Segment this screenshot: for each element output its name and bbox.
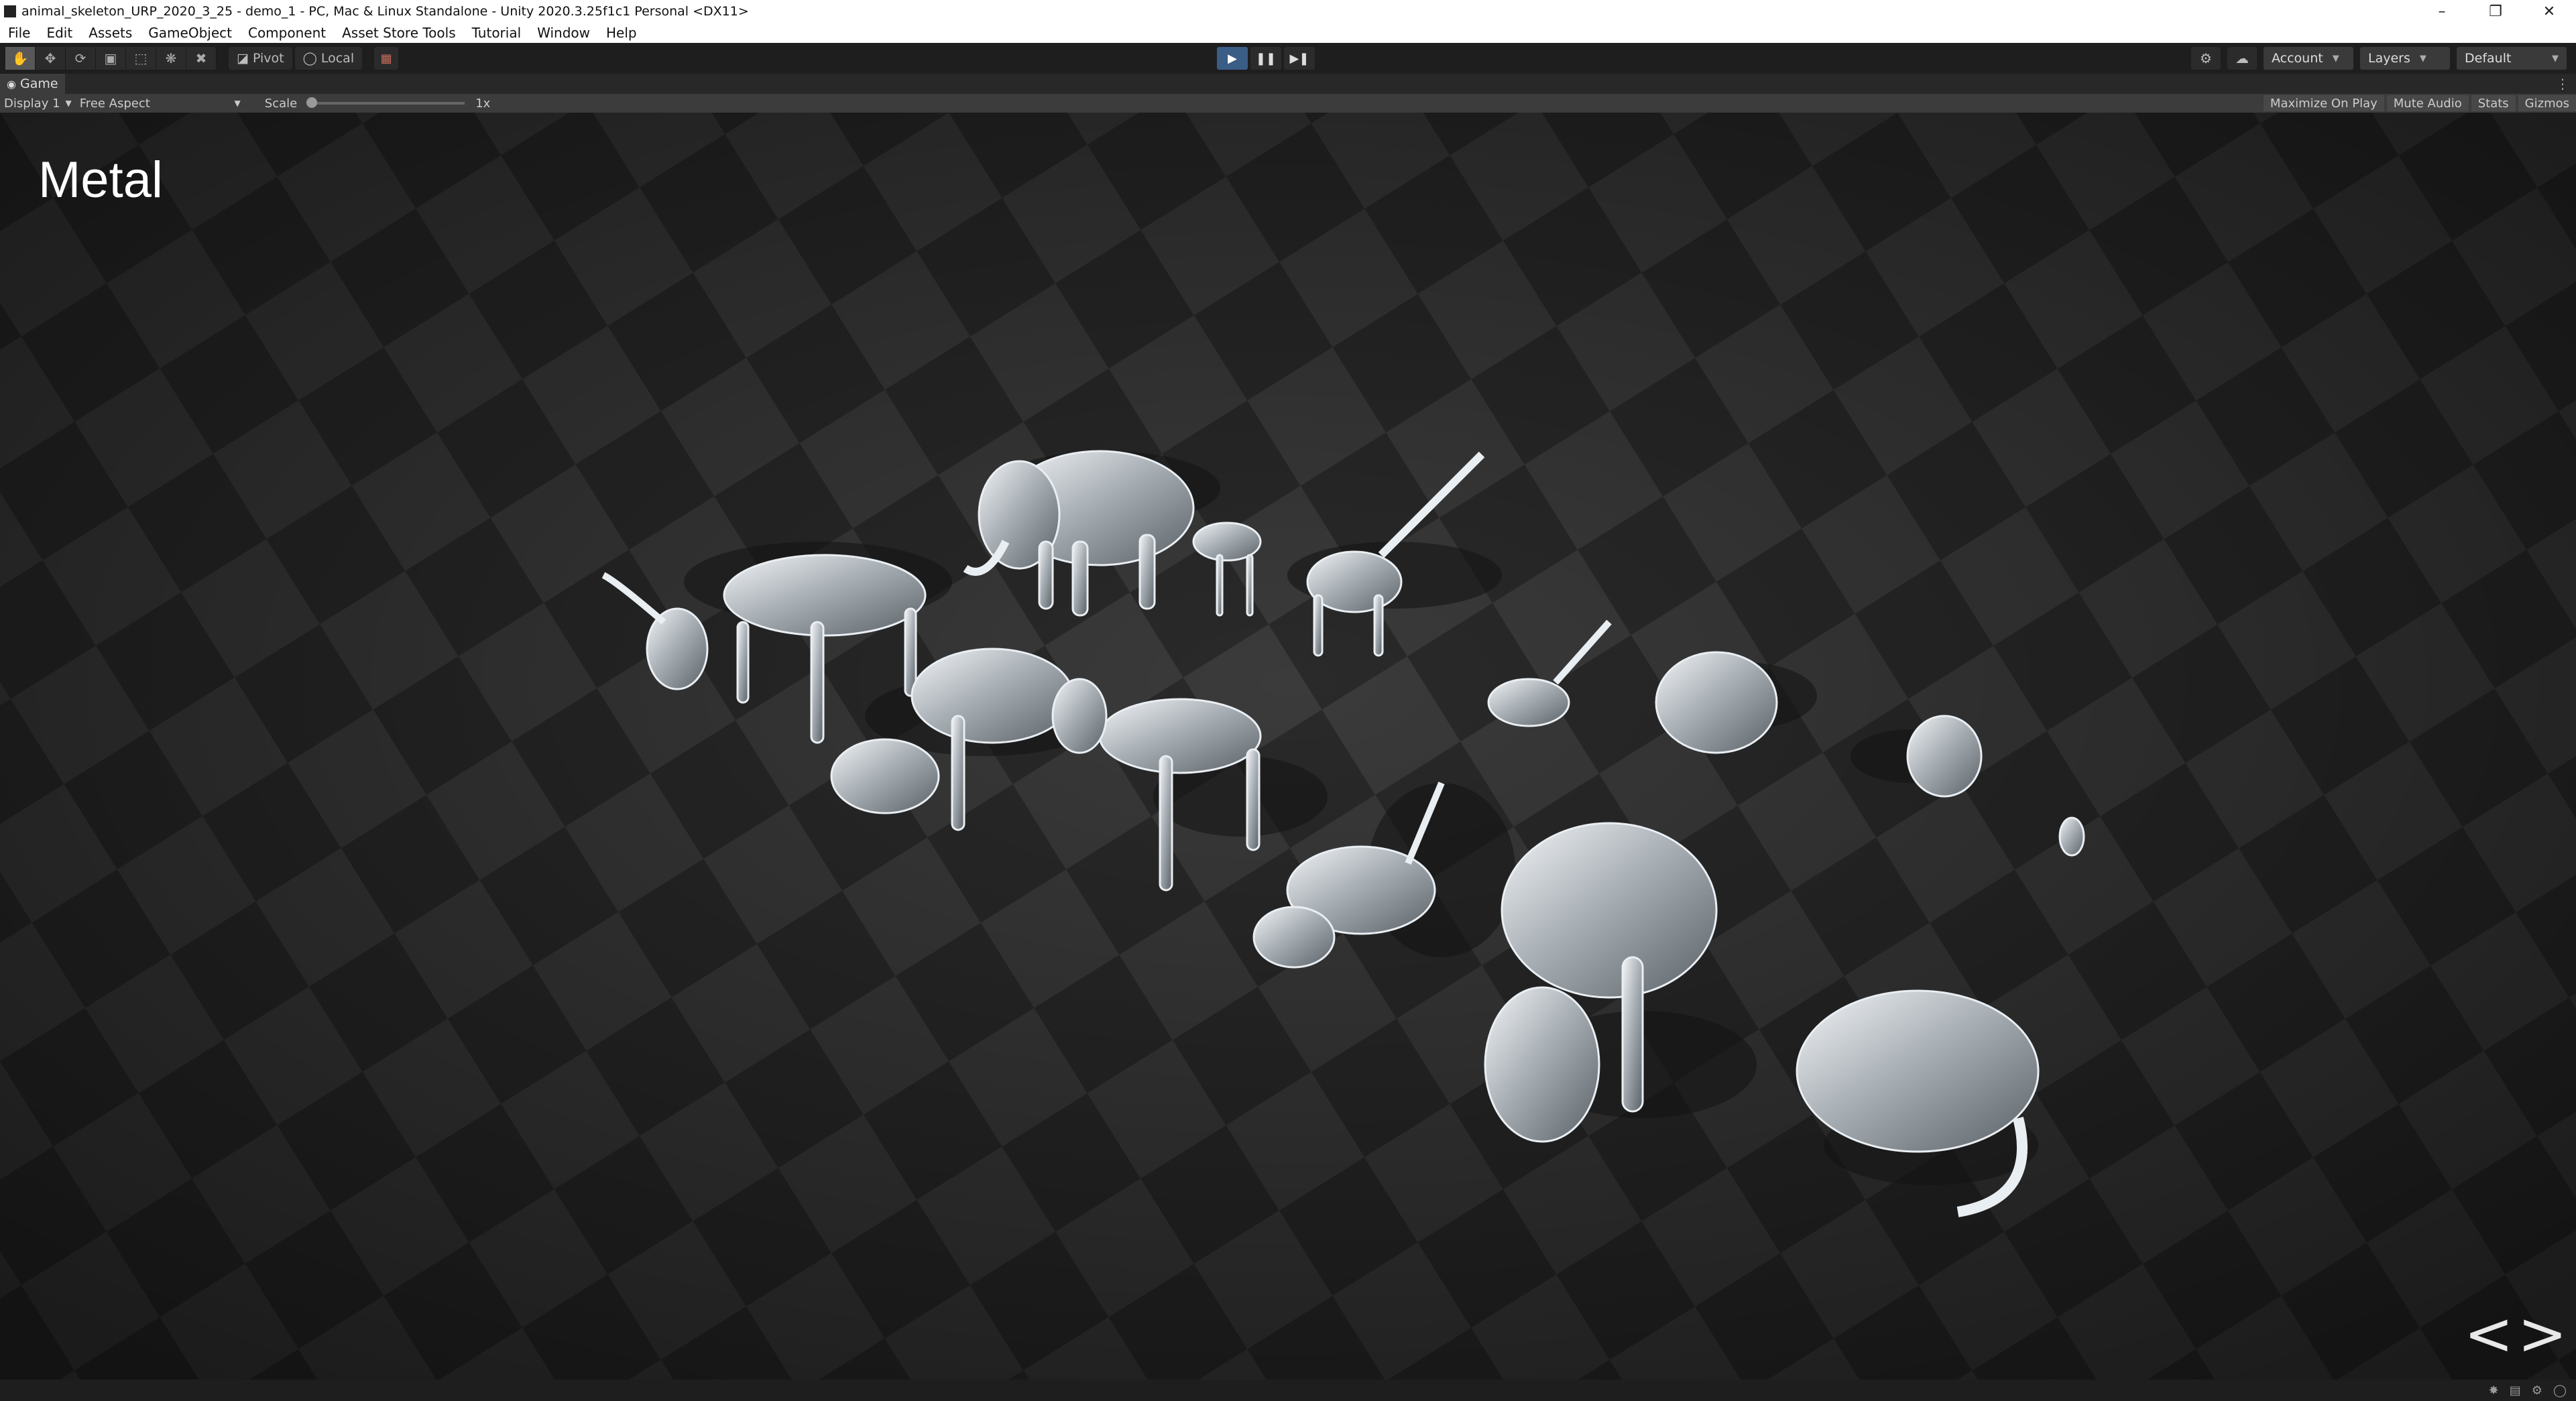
- menu-help[interactable]: Help: [598, 25, 645, 41]
- display-dropdown[interactable]: Display 1 ▼: [0, 97, 76, 111]
- maximize-on-play-toggle[interactable]: Maximize On Play: [2263, 95, 2384, 111]
- hand-tool-icon[interactable]: ✋: [5, 47, 36, 70]
- more-options-icon[interactable]: ⋮: [2556, 76, 2569, 92]
- bug-icon[interactable]: ✸: [2489, 1384, 2499, 1398]
- playback-controls: ▶ ❚❚ ▶❚: [1217, 47, 1315, 70]
- layers-dropdown[interactable]: Layers ▼: [2360, 47, 2450, 70]
- minimize-icon[interactable]: –: [2415, 0, 2469, 23]
- local-label: Local: [320, 51, 355, 66]
- debug-icon[interactable]: ⚙: [2532, 1384, 2542, 1398]
- menu-bar: File Edit Assets GameObject Component As…: [0, 23, 2576, 43]
- tab-game-label: Game: [19, 76, 58, 91]
- chevron-down-icon: ▼: [2419, 53, 2426, 64]
- scale-label: Scale: [264, 96, 298, 111]
- window-title: animal_skeleton_URP_2020_3_25 - demo_1 -…: [21, 4, 749, 19]
- previous-material-button[interactable]: <: [2464, 1299, 2514, 1368]
- account-dropdown[interactable]: Account ▼: [2264, 47, 2353, 70]
- layout-dropdown[interactable]: Default ▼: [2457, 47, 2567, 70]
- aspect-dropdown[interactable]: Free Aspect ▼: [76, 97, 245, 111]
- status-bar: ✸ ▤ ⚙ ◯: [0, 1380, 2576, 1401]
- menu-assets[interactable]: Assets: [80, 25, 140, 41]
- transform-tool-icon[interactable]: ❋: [156, 47, 186, 70]
- game-viewport[interactable]: Metal < >: [0, 113, 2576, 1380]
- chevron-down-icon: ▼: [234, 99, 241, 108]
- menu-window[interactable]: Window: [529, 25, 598, 41]
- window-title-bar: animal_skeleton_URP_2020_3_25 - demo_1 -…: [0, 0, 2576, 23]
- transform-tools: ✋ ✥ ⟳ ▣ ⬚ ❋ ✖: [5, 47, 217, 70]
- scale-slider[interactable]: [306, 97, 465, 108]
- unity-logo-icon: [4, 5, 16, 17]
- toolbar-right: ⚙ ☁ Account ▼ Layers ▼ Default ▼: [2191, 47, 2567, 70]
- scene-render: [0, 113, 2576, 1380]
- progress-icon[interactable]: ▤: [2510, 1384, 2521, 1398]
- pause-icon[interactable]: ❚❚: [1250, 47, 1281, 70]
- menu-asset-store-tools[interactable]: Asset Store Tools: [334, 25, 464, 41]
- layout-label: Default: [2465, 51, 2512, 66]
- close-icon[interactable]: ✕: [2522, 0, 2576, 23]
- custom-tool-icon[interactable]: ✖: [186, 47, 217, 70]
- rodent-skeleton: [2058, 816, 2085, 857]
- pivot-icon: ◪: [237, 51, 249, 66]
- account-label: Account: [2272, 51, 2323, 66]
- collab-icon[interactable]: ◯: [2553, 1384, 2567, 1398]
- chevron-down-icon: ▼: [2552, 53, 2559, 64]
- scale-tool-icon[interactable]: ▣: [96, 47, 126, 70]
- gamepad-icon: ◉: [7, 77, 16, 90]
- tab-game[interactable]: ◉ Game: [0, 74, 65, 94]
- menu-tutorial[interactable]: Tutorial: [464, 25, 530, 41]
- scale-value: 1x: [475, 96, 491, 111]
- pivot-toggle[interactable]: ◪ Pivot: [229, 47, 292, 70]
- cloud-icon[interactable]: ☁: [2227, 47, 2257, 70]
- wolf-skeleton: [1655, 651, 1778, 754]
- monkey-skeleton: [1906, 715, 1983, 798]
- chevron-down-icon: ▼: [2332, 53, 2339, 64]
- restore-icon[interactable]: ❐: [2469, 0, 2522, 23]
- local-toggle[interactable]: ◯ Local: [294, 47, 363, 70]
- menu-file[interactable]: File: [0, 25, 38, 41]
- menu-component[interactable]: Component: [240, 25, 334, 41]
- layers-label: Layers: [2368, 51, 2410, 66]
- gizmos-dropdown[interactable]: Gizmos: [2518, 95, 2576, 111]
- chevron-down-icon: ▼: [65, 99, 72, 108]
- menu-gameobject[interactable]: GameObject: [140, 25, 240, 41]
- menu-edit[interactable]: Edit: [38, 25, 80, 41]
- move-tool-icon[interactable]: ✥: [36, 47, 66, 70]
- rotate-tool-icon[interactable]: ⟳: [66, 47, 96, 70]
- step-icon[interactable]: ▶❚: [1284, 47, 1315, 70]
- display-label: Display 1: [4, 96, 60, 111]
- play-icon[interactable]: ▶: [1217, 47, 1248, 70]
- local-icon: ◯: [302, 51, 317, 66]
- aspect-label: Free Aspect: [79, 96, 150, 111]
- game-view-controls: Display 1 ▼ Free Aspect ▼ Scale 1x Maxim…: [0, 94, 2576, 113]
- rect-tool-icon[interactable]: ⬚: [126, 47, 156, 70]
- material-mode-title: Metal: [38, 151, 163, 208]
- next-material-button[interactable]: >: [2518, 1299, 2567, 1368]
- stats-toggle[interactable]: Stats: [2471, 95, 2516, 111]
- grid-snap-icon[interactable]: ▦: [374, 47, 399, 70]
- game-tab-bar: ◉ Game ⋮: [0, 74, 2576, 94]
- pivot-label: Pivot: [252, 51, 284, 66]
- services-icon[interactable]: ⚙: [2191, 47, 2221, 70]
- scale-slider-handle[interactable]: [306, 97, 318, 108]
- mute-audio-toggle[interactable]: Mute Audio: [2386, 95, 2469, 111]
